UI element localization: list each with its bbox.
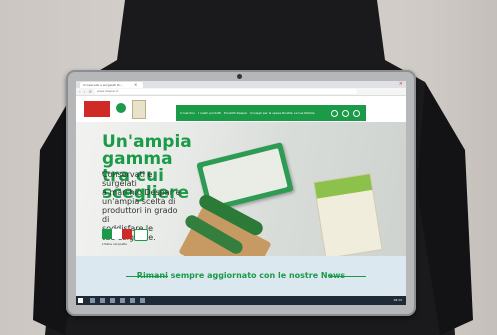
italian-flag-icon <box>102 229 132 239</box>
windows-taskbar: 18:12 <box>76 296 406 305</box>
flag-stripe-green <box>102 229 112 239</box>
divider <box>330 276 366 277</box>
url-input[interactable]: www.despar.it <box>94 89 357 94</box>
product-pack-image <box>313 172 383 260</box>
close-window-icon[interactable]: × <box>399 81 403 88</box>
tablet-device: Conservati e surgelati Dr... × × ‹ › ⟳ w… <box>66 70 416 316</box>
quality-badge-icon <box>134 229 148 241</box>
camera-icon <box>237 74 242 79</box>
taskbar-clock[interactable]: 18:12 <box>393 298 402 302</box>
menu-item-prodotti[interactable]: I nostri prodotti <box>198 111 221 115</box>
browser-tab-title: Conservati e surgelati Dr... <box>83 83 124 87</box>
tablet-screen: Conservati e surgelati Dr... × × ‹ › ⟳ w… <box>76 81 406 305</box>
mail-icon[interactable] <box>140 298 145 303</box>
newsletter-band: Rimani sempre aggiornato con le nostre N… <box>76 256 406 296</box>
browser-icon[interactable] <box>110 298 115 303</box>
user-icon[interactable] <box>342 110 349 117</box>
flag-stripe-white <box>112 229 122 239</box>
menu-item-marchio[interactable]: Il marchio <box>180 111 195 115</box>
menu-item-ricette[interactable]: Ricette <box>282 111 293 115</box>
despar-tree-logo <box>116 103 126 113</box>
windows-start-icon[interactable] <box>78 298 83 303</box>
search-icon[interactable] <box>331 110 338 117</box>
hero-banner: Un'ampia gamma tra cui scegliere Conserv… <box>76 122 406 290</box>
browser-tab-strip: Conservati e surgelati Dr... × × <box>76 81 406 88</box>
main-menu: Il marchio I nostri prodotti Prodotti De… <box>176 105 366 121</box>
address-bar: ‹ › ⟳ www.despar.it <box>76 88 406 96</box>
menu-item-consigli[interactable]: Consigli per la spesa <box>250 111 281 115</box>
navigation-icons[interactable]: ‹ › ⟳ <box>79 89 93 94</box>
menu-item-despar[interactable]: Prodotti Despar <box>224 111 247 115</box>
hero-small-label: L'Italia nel piatto <box>102 242 128 246</box>
search-icon[interactable] <box>90 298 95 303</box>
folder-icon[interactable] <box>120 298 125 303</box>
menu-item-notizie[interactable]: Le tue Notizie <box>294 111 315 115</box>
site-header: Il marchio I nostri prodotti Prodotti De… <box>76 96 406 122</box>
brand-badge-logo <box>132 100 146 119</box>
task-view-icon[interactable] <box>100 298 105 303</box>
store-icon[interactable] <box>130 298 135 303</box>
cart-icon[interactable] <box>353 110 360 117</box>
despar-logo[interactable] <box>84 101 110 117</box>
flag-stripe-red <box>122 229 132 239</box>
